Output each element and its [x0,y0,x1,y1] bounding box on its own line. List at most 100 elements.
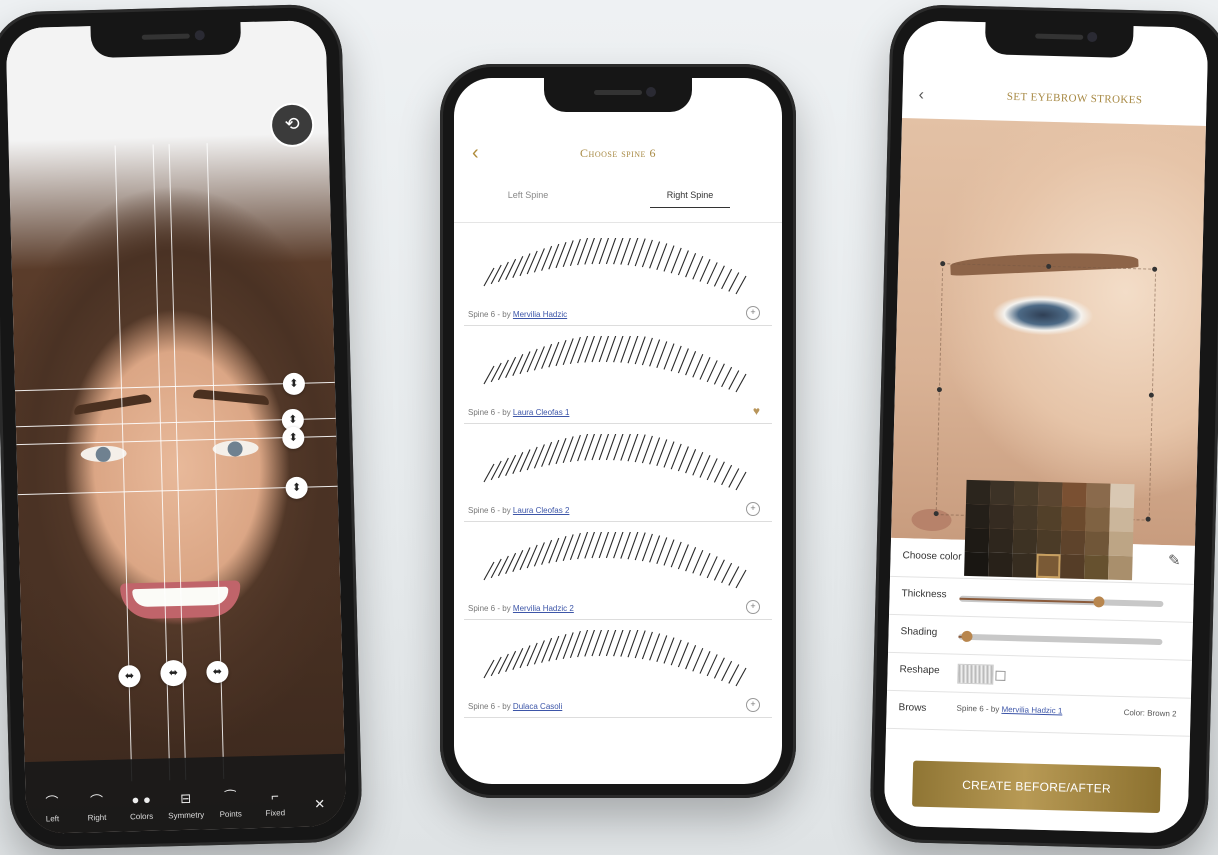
pen-icon[interactable]: ✎ [1168,551,1181,569]
slider-knob[interactable] [961,630,973,643]
brow-card[interactable]: Spine 6 - by Mervilia Hadzic 2 + [454,522,782,620]
color-swatch[interactable] [964,551,989,577]
brows-label: Brows [898,702,927,714]
color-swatch[interactable] [1060,554,1085,579]
brow-card[interactable]: Spine 6 - by Mervilia Hadzic + [454,228,782,326]
color-swatch[interactable] [1084,530,1110,556]
color-swatch[interactable] [965,503,990,529]
brows-spine-info: Spine 6 - by Mervilia Hadzic 1 [956,704,1062,716]
color-swatch[interactable] [1061,506,1086,531]
color-swatch[interactable] [1012,553,1037,578]
brow-author-link[interactable]: Mervilia Hadzic [513,310,567,319]
phone-right: ‹ SET EYEBROW STROKES Choose color ✎ Thi… [869,3,1218,851]
color-swatch[interactable] [989,480,1015,506]
brow-prefix: Spine 6 - by [468,506,513,515]
resize-handle[interactable] [1148,392,1154,398]
color-swatch[interactable] [1013,481,1039,506]
color-dots-icon: ● ● [131,791,152,808]
spine-tabs: Left Spine Right Spine [454,190,782,214]
brow-card[interactable]: Spine 6 - by Laura Cleofas 2 + [454,424,782,522]
brow-illustration [483,238,747,295]
tool-close[interactable]: ✕ [297,796,342,817]
brow-card[interactable]: Spine 6 - by Dulaca Casoli + [454,620,782,718]
divider [464,717,772,718]
brow-illustration [483,336,747,393]
brow-caption: Spine 6 - by Dulaca Casoli [468,702,562,711]
color-swatch[interactable] [1036,553,1061,579]
reshape-checkbox[interactable] [995,670,1006,681]
add-favorite-icon[interactable]: + [746,306,760,320]
color-swatch[interactable] [1108,555,1133,581]
choose-spine-screen: ‹ Choose spine 6 Left Spine Right Spine … [454,78,782,784]
resize-handle[interactable] [1046,263,1052,270]
bottom-toolbar: ⌒ Left ⌒ Right ● ● Colors ⊟ Symmetry ⁀ P… [24,753,347,835]
color-swatch[interactable] [1109,507,1134,533]
reshape-label: Reshape [899,664,940,677]
brow-author-link[interactable]: Laura Cleofas 1 [513,408,569,417]
color-swatch[interactable] [1061,482,1087,507]
brows-color-info: Color: Brown 2 [1123,708,1177,719]
color-swatch[interactable] [1037,481,1063,507]
heart-icon[interactable]: ♥ [753,405,760,417]
brows-prefix: Spine 6 - by [956,703,1002,714]
divider [454,222,782,223]
tab-right-spine[interactable]: Right Spine [650,190,730,208]
brow-author-link[interactable]: Dulaca Casoli [513,702,562,711]
color-swatch[interactable] [1012,529,1038,554]
brow-left-icon: ⌒ [45,794,59,810]
notch [544,78,692,112]
tool-points[interactable]: ⁀ Points [208,789,253,819]
tool-right[interactable]: ⌒ Right [74,793,119,823]
add-favorite-icon[interactable]: + [746,502,760,516]
brow-author-link[interactable]: Mervilia Hadzic 2 [513,604,574,613]
color-swatch[interactable] [1036,529,1062,555]
slider-knob[interactable] [1093,596,1105,608]
choose-color-label: Choose color [902,550,962,563]
brow-card[interactable]: Spine 6 - by Laura Cleofas 1 ♥ [454,326,782,424]
color-swatch[interactable] [964,527,990,553]
reshape-thumbnail[interactable] [957,663,994,685]
create-before-after-button[interactable]: CREATE BEFORE/AFTER [912,760,1162,814]
color-swatch[interactable] [989,504,1014,530]
brow-caption: Spine 6 - by Laura Cleofas 2 [468,506,569,515]
brow-prefix: Spine 6 - by [468,408,513,417]
resize-handle[interactable] [1152,266,1158,272]
symmetry-icon: ⊟ [180,790,192,807]
add-favorite-icon[interactable]: + [746,698,760,712]
resize-handle[interactable] [940,261,946,267]
brow-illustration [483,630,747,687]
color-swatch[interactable] [1084,554,1109,580]
resize-handle[interactable] [1145,516,1151,522]
resize-handle[interactable] [933,511,939,517]
add-favorite-icon[interactable]: + [746,600,760,614]
tool-label: Left [45,814,60,824]
page-title: Choose spine 6 [580,146,656,160]
color-swatch[interactable] [988,552,1013,578]
color-swatch[interactable] [1109,483,1135,509]
color-swatch[interactable] [1085,483,1111,508]
color-swatch[interactable] [1108,531,1134,557]
color-swatch[interactable] [1037,505,1062,531]
slider-fill [959,597,1099,604]
color-swatch[interactable] [1085,506,1110,532]
resize-handle[interactable] [936,387,943,393]
color-swatch[interactable] [988,528,1014,554]
color-swatch[interactable] [965,479,991,505]
back-chevron-icon[interactable]: ‹ [918,86,924,104]
header: ‹ Choose spine 6 [454,136,782,172]
shading-slider[interactable] [958,630,1163,646]
close-icon: ✕ [314,796,326,812]
tool-colors[interactable]: ● ● Colors [119,791,164,822]
brow-author-link[interactable]: Laura Cleofas 2 [513,506,569,515]
tab-left-spine[interactable]: Left Spine [488,190,568,207]
thickness-slider[interactable] [959,595,1164,608]
color-swatch[interactable] [1013,505,1038,530]
tool-symmetry[interactable]: ⊟ Symmetry [163,790,208,821]
brow-right-icon: ⌒ [89,793,104,809]
brows-author-link[interactable]: Mervilia Hadzic 1 [1001,705,1062,716]
color-swatch[interactable] [1060,530,1086,555]
tool-fixed[interactable]: ⌐ Fixed [252,788,297,818]
brow-illustration [483,434,747,491]
tool-left[interactable]: ⌒ Left [30,794,75,824]
page-title: SET EYEBROW STROKES [1006,90,1143,107]
